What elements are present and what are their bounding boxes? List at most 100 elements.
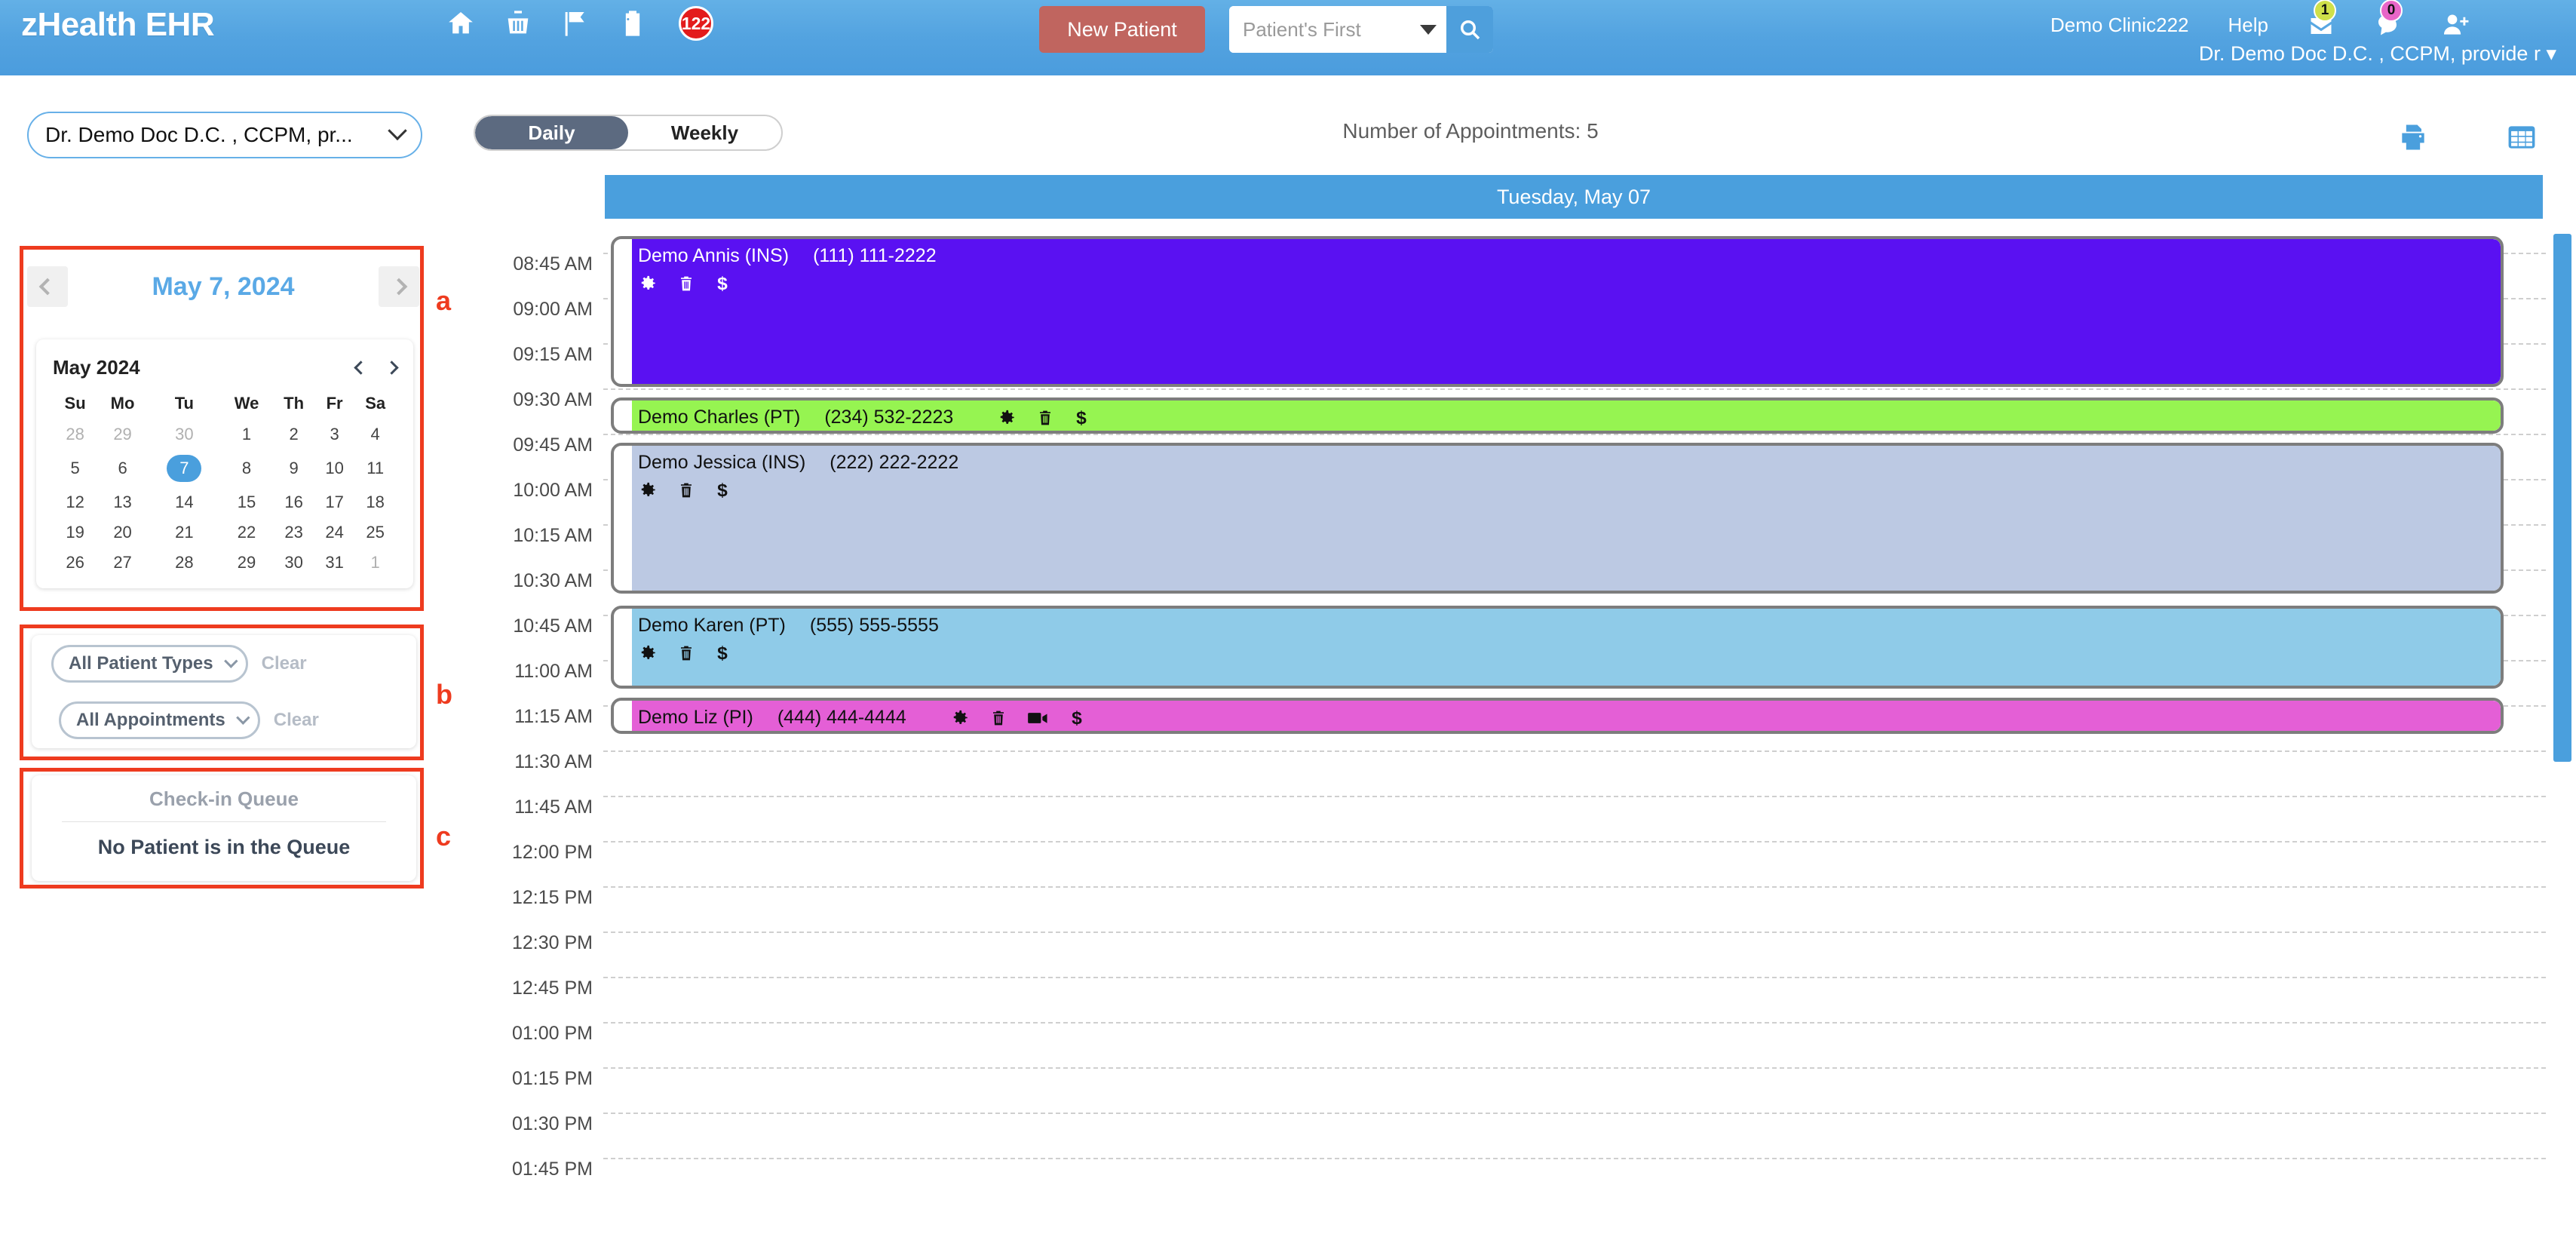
trash-icon[interactable]: [677, 643, 695, 663]
vertical-scrollbar[interactable]: [2553, 234, 2571, 762]
task-count-badge[interactable]: 122: [679, 6, 713, 41]
add-user-icon[interactable]: [2440, 11, 2470, 39]
calendar-day-cell[interactable]: 22: [221, 517, 273, 548]
calendar-day-cell[interactable]: 25: [354, 517, 397, 548]
calendar-day-cell[interactable]: 29: [221, 548, 273, 578]
dollar-icon[interactable]: $: [715, 643, 730, 664]
trash-icon[interactable]: [989, 708, 1007, 728]
calendar-day-cell[interactable]: 16: [272, 487, 315, 517]
tab-weekly[interactable]: Weekly: [628, 116, 781, 149]
date-navigator: May 7, 2024: [27, 256, 419, 317]
calendar-day-cell[interactable]: 10: [315, 450, 354, 487]
calendar-day-cell[interactable]: 30: [272, 548, 315, 578]
calendar-day-cell[interactable]: 28: [148, 548, 221, 578]
trash-icon[interactable]: [1036, 408, 1054, 428]
basket-icon[interactable]: [502, 6, 534, 41]
calendar-day-cell[interactable]: 23: [272, 517, 315, 548]
time-slot-label: 10:45 AM: [513, 615, 593, 637]
calendar-weekday: Sa: [365, 394, 386, 413]
calendar-day-cell[interactable]: 24: [315, 517, 354, 548]
view-toggle: Daily Weekly: [474, 115, 783, 151]
patient-type-select[interactable]: All Patient Types: [51, 644, 248, 683]
grid-line: [603, 886, 2546, 888]
provider-select[interactable]: Dr. Demo Doc D.C. , CCPM, pr...: [27, 112, 422, 158]
help-link[interactable]: Help: [2228, 14, 2268, 37]
calendar-day-cell[interactable]: 2: [272, 419, 315, 450]
gear-icon[interactable]: [638, 643, 658, 663]
next-day-button[interactable]: [379, 266, 419, 307]
appointment-type-clear-link[interactable]: Clear: [274, 710, 319, 731]
appointment-primary-line: Demo Charles (PT) (234) 532-2223 $: [638, 407, 2501, 428]
calendar-day-cell[interactable]: 27: [97, 548, 148, 578]
dollar-icon[interactable]: $: [715, 273, 730, 294]
calendar-prev-month-icon[interactable]: [354, 360, 368, 375]
clinic-link[interactable]: Demo Clinic222: [2050, 14, 2189, 37]
calendar-day-cell[interactable]: 5: [53, 450, 97, 487]
time-slot-label: 01:15 PM: [511, 1067, 593, 1089]
chevron-down-icon[interactable]: [1410, 6, 1446, 53]
search-button[interactable]: [1446, 6, 1493, 53]
appointment-block[interactable]: Demo Karen (PT) (555) 555-5555 $: [611, 606, 2504, 689]
calendar-day-cell[interactable]: 18: [354, 487, 397, 517]
calendar-toolbar: [2397, 121, 2538, 158]
calendar-day-cell[interactable]: 29: [97, 419, 148, 450]
calendar-day-cell[interactable]: 19: [53, 517, 97, 548]
print-icon[interactable]: [2397, 121, 2430, 158]
clipboard-icon[interactable]: [617, 6, 649, 41]
patient-type-clear-link[interactable]: Clear: [262, 653, 307, 674]
appointment-content: Demo Charles (PT) (234) 532-2223 $: [614, 401, 2501, 428]
time-slot-label: 09:15 AM: [513, 343, 593, 365]
dollar-icon[interactable]: $: [715, 480, 730, 501]
check-in-queue-title: Check-in Queue: [149, 787, 299, 810]
calendar-day-cell[interactable]: 15: [221, 487, 273, 517]
appointment-action-icons: $: [638, 273, 2501, 294]
calendar-day-cell[interactable]: 17: [315, 487, 354, 517]
appointment-block[interactable]: Demo Annis (INS) (111) 111-2222 $: [611, 236, 2504, 387]
trash-icon[interactable]: [677, 274, 695, 293]
gear-icon[interactable]: [997, 408, 1017, 428]
gear-icon[interactable]: [950, 708, 970, 728]
calendar-day-cell[interactable]: 26: [53, 548, 97, 578]
chat-icon[interactable]: 0: [2374, 0, 2403, 38]
appointment-type-select[interactable]: All Appointments: [59, 701, 260, 739]
calendar-day-cell[interactable]: 31: [315, 548, 354, 578]
calendar-day-cell[interactable]: 1: [354, 548, 397, 578]
appointment-block[interactable]: Demo Liz (PI) (444) 444-4444 $: [611, 698, 2504, 734]
search-input[interactable]: [1229, 6, 1410, 53]
calendar-day-cell[interactable]: 3: [315, 419, 354, 450]
calendar-day-cell[interactable]: 1: [221, 419, 273, 450]
calendar-day-cell[interactable]: 11: [354, 450, 397, 487]
calendar-day-cell[interactable]: 12: [53, 487, 97, 517]
calendar-day-cell[interactable]: 14: [148, 487, 221, 517]
tab-daily[interactable]: Daily: [475, 116, 628, 149]
grid-line: [603, 1067, 2546, 1069]
calendar-next-month-icon[interactable]: [385, 360, 399, 375]
calendar-day-cell[interactable]: 7: [148, 450, 221, 487]
calendar-day-cell[interactable]: 21: [148, 517, 221, 548]
dollar-icon[interactable]: $: [1069, 707, 1084, 729]
appointment-block[interactable]: Demo Charles (PT) (234) 532-2223 $: [611, 397, 2504, 434]
day-column-header: Tuesday, May 07: [605, 175, 2543, 219]
calendar-day-cell[interactable]: 30: [148, 419, 221, 450]
calendar-day-cell[interactable]: 4: [354, 419, 397, 450]
gear-icon[interactable]: [638, 480, 658, 500]
dollar-icon[interactable]: $: [1074, 407, 1089, 428]
trash-icon[interactable]: [677, 480, 695, 500]
appointment-block[interactable]: Demo Jessica (INS) (222) 222-2222 $: [611, 443, 2504, 594]
calendar-day-cell[interactable]: 20: [97, 517, 148, 548]
previous-day-button[interactable]: [27, 266, 68, 307]
calendar-day-cell[interactable]: 9: [272, 450, 315, 487]
new-patient-button[interactable]: New Patient: [1039, 6, 1205, 53]
time-axis-column: 08:45 AM 09:00 AM 09:15 AM 09:30 AM 09:45 AM…: [458, 241, 602, 1192]
grid-view-icon[interactable]: [2505, 121, 2538, 158]
calendar-day-cell[interactable]: 6: [97, 450, 148, 487]
calendar-day-cell[interactable]: 13: [97, 487, 148, 517]
mail-icon[interactable]: 1: [2308, 0, 2336, 38]
home-icon[interactable]: [445, 6, 477, 41]
gear-icon[interactable]: [638, 274, 658, 293]
video-icon[interactable]: [1027, 709, 1050, 727]
flag-icon[interactable]: [560, 6, 591, 41]
calendar-day-cell[interactable]: 28: [53, 419, 97, 450]
user-menu[interactable]: Dr. Demo Doc D.C. , CCPM, provide r ▾: [2199, 42, 2556, 66]
calendar-day-cell[interactable]: 8: [221, 450, 273, 487]
